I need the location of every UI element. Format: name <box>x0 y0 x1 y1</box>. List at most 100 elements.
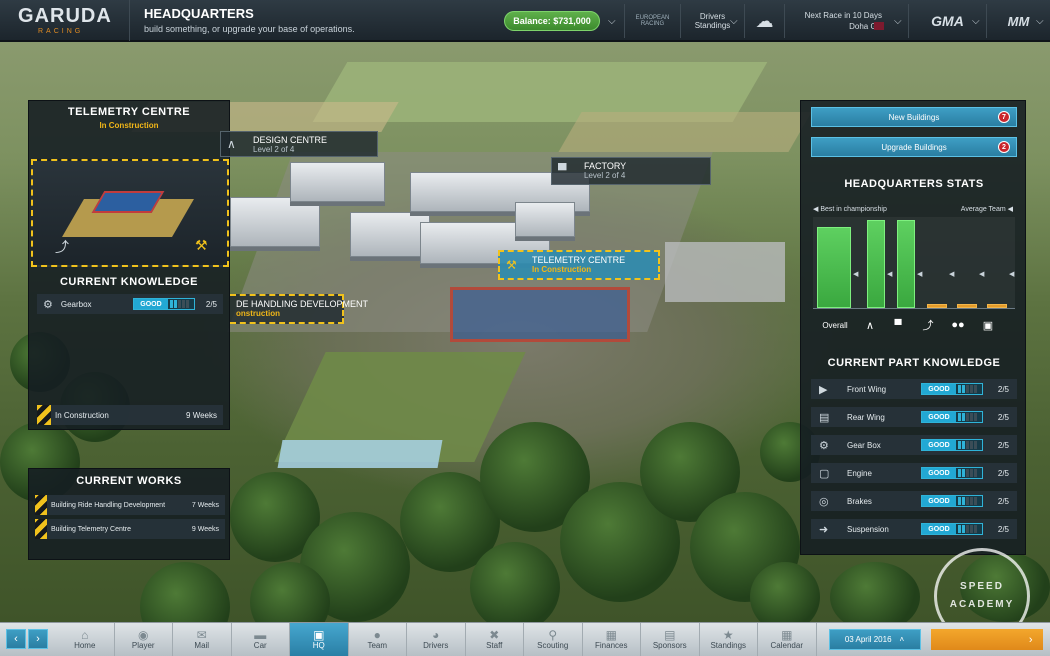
nav-item-car[interactable]: ▬ Car <box>232 623 290 656</box>
telemetry-title: TELEMETRY CENTRE <box>67 106 191 118</box>
qatar-flag-icon <box>874 22 884 30</box>
nav-item-staff[interactable]: ✖ Staff <box>466 623 524 656</box>
part-knowledge-title: CURRENT PART KNOWLEDGE <box>827 357 1001 369</box>
legend-average: Average Team ◀ <box>960 206 1013 213</box>
nav-arrows: ‹ › <box>0 623 56 656</box>
nav-item-scouting[interactable]: ⚲ Scouting <box>524 623 583 656</box>
part-value: 2/5 <box>997 384 1009 394</box>
bottom-nav-bar: ‹ › ⌂ Home ◉ Player ✉ Mail ▬ Car ▣ HQ ● Team ◕ Driver… <box>0 622 1050 656</box>
stats-bar <box>987 304 1007 308</box>
map-label-ride-handling[interactable]: DE HANDLING DEVELOPMENT onstruction <box>230 294 368 324</box>
pip <box>958 385 961 393</box>
balance-chevron-icon[interactable]: ⌵ <box>608 16 616 27</box>
pip <box>170 300 173 308</box>
player-icon: ◉ <box>138 628 149 642</box>
continue-button[interactable]: › <box>930 629 1043 650</box>
new-buildings-button[interactable]: New Buildings <box>811 107 1017 127</box>
hazard-stripe-icon <box>35 495 47 515</box>
hq-right-panel: New Buildings 7 Upgrade Buildings 2 HEAD… <box>800 100 1026 555</box>
date-button[interactable]: 03 April 2016 ˄ <box>828 629 921 650</box>
knowledge-row-gearbox[interactable]: ⚙ Gearbox GOOD 2/5 <box>37 294 223 314</box>
finances-icon: ▦ <box>605 628 617 642</box>
nav-item-label: Home <box>74 641 96 650</box>
map-label-factory[interactable]: ▀ FACTORY Level 2 of 4 <box>551 157 711 185</box>
compass-icon: ∧ <box>227 137 236 151</box>
car-icon: ▬ <box>254 628 267 642</box>
home-icon: ⌂ <box>81 628 89 642</box>
team-logo[interactable]: GARUDA RACING <box>0 0 130 41</box>
part-row[interactable]: ▢ Engine GOOD 2/5 <box>811 463 1017 483</box>
team-logo-name: GARUDA <box>18 5 112 27</box>
engine-icon: ▢ <box>819 467 830 480</box>
mail-icon: ✉ <box>196 628 207 642</box>
standings-chevron-icon[interactable]: ⌵ <box>730 16 738 27</box>
part-row[interactable]: ▤ Rear Wing GOOD 2/5 <box>811 407 1017 427</box>
part-name: Suspension <box>847 524 889 534</box>
screen-subtitle: build something, or upgrade your base of… <box>144 24 355 34</box>
nav-item-label: Mail <box>194 641 210 650</box>
next-race-button[interactable]: Next Race in 10 Days Doha GP <box>784 4 908 38</box>
part-rating-meter: GOOD <box>921 411 983 423</box>
race-chevron-icon[interactable]: ⌵ <box>894 16 902 27</box>
map-label-design-centre[interactable]: ∧ DESIGN CENTRE Level 2 of 4 <box>220 131 378 157</box>
compass-icon: ∧ <box>865 319 875 332</box>
pip <box>962 385 965 393</box>
telemetry-building-preview[interactable]: ⤴ ⚒ <box>31 159 229 267</box>
pip <box>966 385 969 393</box>
brake-icon: ◎ <box>819 495 829 508</box>
hazard-stripe-icon <box>35 519 47 539</box>
nav-item-sponsors[interactable]: ▤ Sponsors <box>641 623 700 656</box>
part-row[interactable]: ➜ Suspension GOOD 2/5 <box>811 519 1017 539</box>
part-value: 2/5 <box>997 496 1009 506</box>
nav-item-drivers[interactable]: ◕ Drivers <box>407 623 466 656</box>
mm-chevron-icon[interactable]: ⌵ <box>1036 16 1044 27</box>
nav-back-arrow-icon[interactable]: ‹ <box>6 629 26 649</box>
pip <box>970 385 973 393</box>
map-label-telemetry-centre[interactable]: ⚒ TELEMETRY CENTRE In Construction <box>498 250 660 280</box>
telemetry-status: In Construction <box>99 121 159 130</box>
gma-chevron-icon[interactable]: ⌵ <box>972 16 980 27</box>
upgrade-buildings-button[interactable]: Upgrade Buildings <box>811 137 1017 157</box>
nav-item-label: Sponsors <box>652 641 687 650</box>
nav-item-hq[interactable]: ▣ HQ <box>290 623 349 656</box>
design-centre-level: Level 2 of 4 <box>253 145 295 154</box>
part-rating-label: GOOD <box>922 496 956 506</box>
screen-title-block: HEADQUARTERS build something, or upgrade… <box>130 6 480 34</box>
pip <box>962 497 965 505</box>
nav-item-team[interactable]: ● Team <box>349 623 407 656</box>
nav-item-player[interactable]: ◉ Player <box>115 623 173 656</box>
average-marker-icon: ◀ <box>917 271 923 278</box>
nav-item-calendar[interactable]: ▦ Calendar <box>758 623 817 656</box>
screen-title: HEADQUARTERS <box>144 6 254 21</box>
average-marker-icon: ◀ <box>853 271 859 278</box>
nav-item-finances[interactable]: ▦ Finances <box>583 623 641 656</box>
pip <box>958 413 961 421</box>
pip <box>958 497 961 505</box>
stats-bar <box>957 304 977 308</box>
average-marker-icon: ◀ <box>1009 271 1015 278</box>
next-race-label: Next Race in 10 Days <box>804 11 882 20</box>
nav-item-home[interactable]: ⌂ Home <box>56 623 115 656</box>
pip <box>966 469 969 477</box>
design-centre-name: DESIGN CENTRE <box>253 135 328 145</box>
balance-button[interactable]: Balance: $731,000 <box>504 11 600 31</box>
nav-item-label: Player <box>131 641 155 650</box>
nav-item-standings[interactable]: ★ Standings <box>700 623 758 656</box>
part-row[interactable]: ⚙ Gear Box GOOD 2/5 <box>811 435 1017 455</box>
team-logo-sub: RACING <box>38 28 84 35</box>
part-row[interactable]: ▶ Front Wing GOOD 2/5 <box>811 379 1017 399</box>
series-logo: EUROPEAN RACING <box>624 4 680 38</box>
nav-item-label: Standings <box>710 641 747 650</box>
work-item-telemetry[interactable]: Building Telemetry Centre 9 Weeks <box>35 519 225 539</box>
part-rating-label: GOOD <box>922 412 956 422</box>
knowledge-value: 2/5 <box>205 299 217 309</box>
nav-forward-arrow-icon[interactable]: › <box>28 629 48 649</box>
work-item-ride-handling[interactable]: Building Ride Handling Development 7 Wee… <box>35 495 225 515</box>
current-works-title: CURRENT WORKS <box>76 475 182 487</box>
nav-item-mail[interactable]: ✉ Mail <box>173 623 232 656</box>
front-wing-icon: ▶ <box>819 383 828 396</box>
knowledge-rating-meter: GOOD <box>133 298 195 310</box>
hazard-stripe-icon <box>37 405 51 425</box>
part-row[interactable]: ◎ Brakes GOOD 2/5 <box>811 491 1017 511</box>
factory-icon: ▀ <box>558 163 567 177</box>
